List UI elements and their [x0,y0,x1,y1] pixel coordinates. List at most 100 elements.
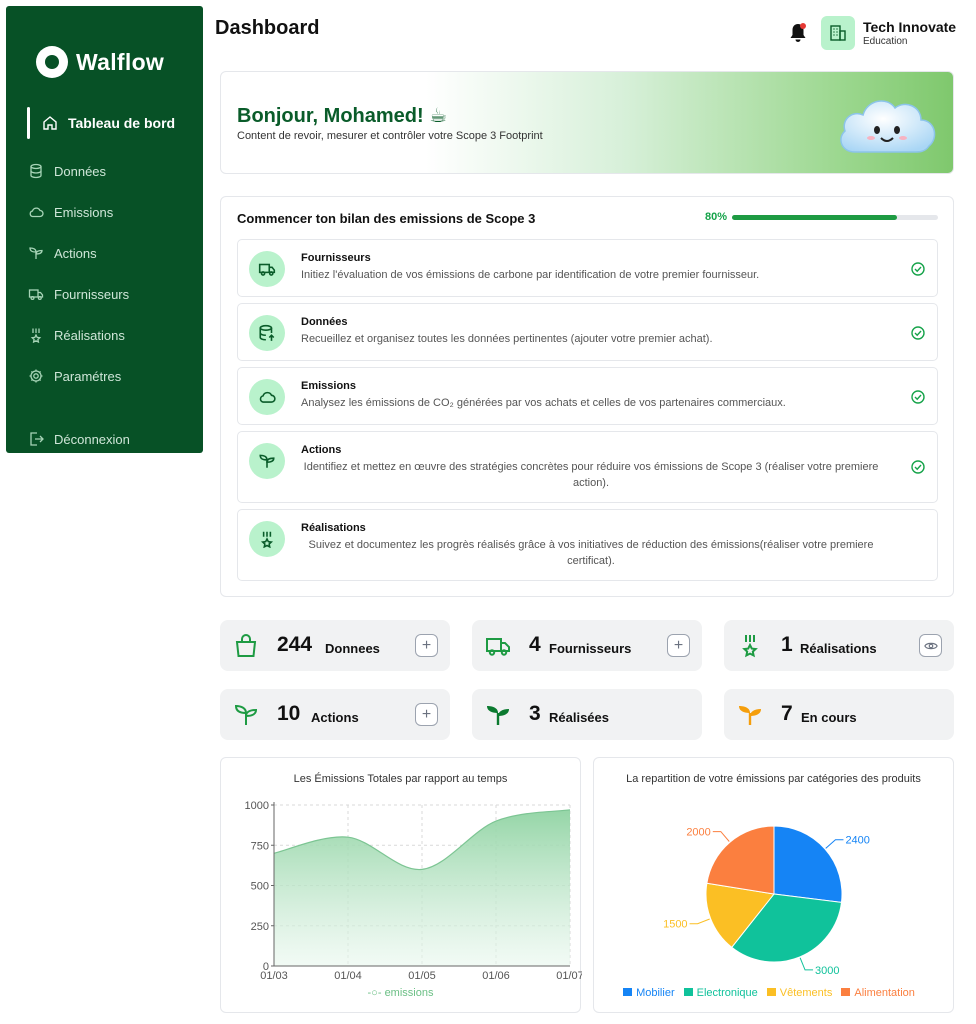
org-type: Education [863,36,908,47]
step-data[interactable]: Données Recueillez et organisez toutes l… [237,303,938,361]
legend-swatch [841,988,851,996]
stat-card-actions: 10 Actions + [220,689,450,740]
stat-value: 1 [781,633,793,656]
stat-card-completed: 3 Réalisées [472,689,702,740]
org-name[interactable]: Tech Innovate [863,19,956,35]
legend-line-icon: -○- [367,987,382,999]
pie-slice-mobilier [773,825,843,903]
view-achievements-button[interactable] [919,634,942,657]
emissions-over-time-chart: Les Émissions Totales par rapport au tem… [220,757,582,1013]
active-indicator [27,107,30,139]
add-data-button[interactable]: + [415,634,438,657]
legend-label: Mobilier [636,987,675,999]
sidebar-item-achievements[interactable]: Réalisations [28,327,125,344]
stat-label: En cours [801,710,857,725]
step-emissions[interactable]: Emissions Analysez les émissions de CO₂ … [237,367,938,425]
legend-label: emissions [384,987,434,999]
slice-leader-line [825,839,844,849]
slice-leader-line [689,918,710,925]
x-tick-label: 01/06 [482,970,510,982]
gear-icon [28,368,44,384]
step-description: Analysez les émissions de CO₂ générées p… [301,397,786,409]
logo[interactable]: Walflow [36,46,164,78]
sidebar-item-label: Données [54,163,107,179]
welcome-subtitle: Content de revoir, mesurer et contrôler … [237,130,543,142]
progress-bar [732,215,938,220]
legend-item[interactable]: Vêtements [766,987,832,999]
medal-icon [28,327,44,344]
x-tick-label: 01/05 [408,970,436,982]
sidebar-item-label: Fournisseurs [54,286,130,302]
welcome-greeting: Bonjour, Mohamed! ☕ [237,105,448,127]
step-suppliers[interactable]: Fournisseurs Initiez l'évaluation de vos… [237,239,938,297]
sidebar-item-data[interactable]: Données [28,163,106,179]
slice-value-label: 1500 [663,919,687,931]
sidebar-item-label: Paramétres [54,368,122,384]
legend-label: Electronique [696,987,758,999]
legend-item[interactable]: Alimentation [841,987,915,999]
step-description: Recueillez et organisez toutes les donné… [301,333,713,345]
check-circle-icon [911,262,925,276]
chart-legend: Mobilier Electronique Vêtements Alimentatio… [594,987,953,999]
sidebar-item-dashboard[interactable]: Tableau de bord [42,115,175,131]
logout-button[interactable]: Déconnexion [28,431,130,447]
slice-leader-line [799,957,814,971]
pie-slice-alimentation [706,825,775,895]
check-circle-icon [911,460,925,474]
onboarding-title: Commencer ton bilan des emissions de Sco… [237,211,536,226]
x-tick-label: 01/03 [260,970,288,982]
eye-icon [923,642,938,649]
slice-value-label: 2000 [686,827,710,839]
sidebar-item-settings[interactable]: Paramétres [28,368,121,384]
truck-icon [486,638,510,656]
check-circle-icon [911,390,925,404]
cloud-icon [249,379,285,415]
y-tick-label: 750 [251,840,269,852]
progress-label: 80% [705,211,728,223]
check-circle-icon [911,326,925,340]
legend-item[interactable]: Mobilier [623,987,675,999]
sidebar-item-suppliers[interactable]: Fournisseurs [28,286,129,302]
sidebar: Walflow Tableau de bord Données Emission… [6,6,203,453]
add-supplier-button[interactable]: + [667,634,690,657]
step-title: Réalisations [301,522,366,534]
stat-value: 10 [277,702,301,725]
cloud-mascot-icon [840,100,936,153]
step-achievements[interactable]: Réalisations Suivez et documentez les pr… [237,509,938,581]
notification-dot [800,23,806,29]
legend-swatch [623,988,633,996]
stat-label: Donnees [325,641,380,656]
notification-bell-icon[interactable] [788,22,808,44]
legend-item[interactable]: Electronique [683,987,758,999]
add-action-button[interactable]: + [415,703,438,726]
step-actions[interactable]: Actions Identifiez et mettez en œuvre de… [237,431,938,503]
stat-value: 4 [529,633,541,656]
welcome-banner: Bonjour, Mohamed! ☕ Content de revoir, m… [220,71,954,174]
sidebar-item-actions[interactable]: Actions [28,245,97,261]
sprout-icon [249,443,285,479]
stat-card-data: 244 Donnees + [220,620,450,671]
step-description: Suivez et documentez les progrès réalisé… [308,539,874,567]
home-icon [42,115,58,131]
legend-swatch [766,988,776,996]
step-title: Données [301,316,348,328]
cloud-icon [28,204,44,220]
sprout-icon [234,704,258,725]
stat-value: 244 [277,633,313,656]
pie-chart-svg: 2400 3000 1500 2000 [663,825,870,977]
sidebar-item-emissions[interactable]: Emissions [28,204,113,220]
step-description: Initiez l'évaluation de vos émissions de… [301,269,760,281]
medal-icon [742,635,758,658]
building-icon[interactable] [821,16,855,50]
logout-icon [28,431,44,447]
x-tick-label: 01/04 [334,970,362,982]
sidebar-item-label: Emissions [54,204,114,220]
step-title: Fournisseurs [301,252,371,264]
stat-label: Actions [311,710,359,725]
progress-fill [732,215,897,220]
stat-label: Réalisations [800,641,877,656]
y-tick-label: 250 [251,921,269,933]
sprout-icon [28,245,44,261]
chart-legend: -○- emissions [221,987,580,999]
legend-swatch [683,988,693,996]
